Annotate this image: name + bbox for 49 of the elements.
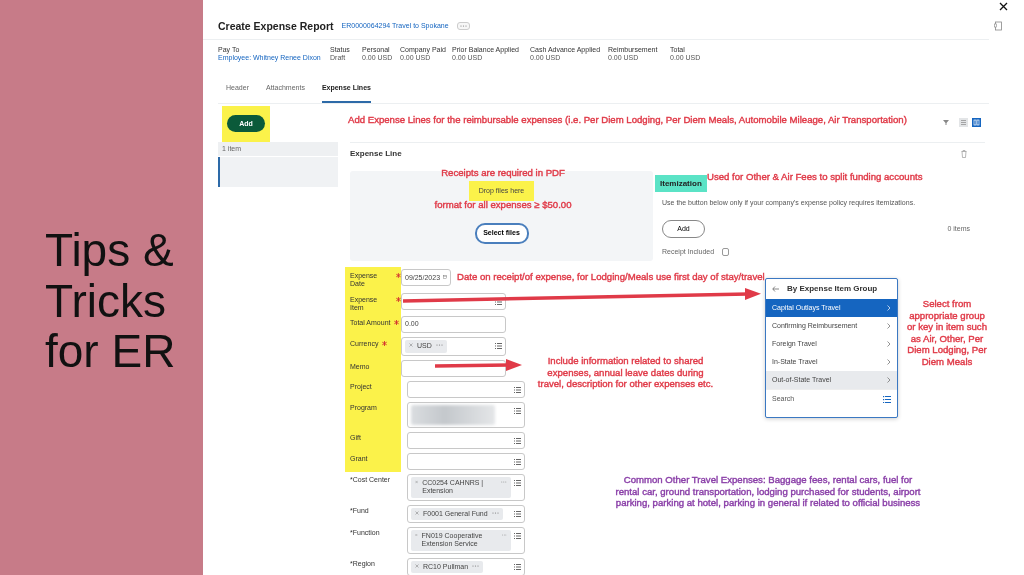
annotation: Select from appropriate group or key in item such as Air, Other, Per Diem Lodging, Per Diem Meals — [906, 298, 988, 367]
list-icon[interactable] — [495, 343, 502, 350]
filter-icon[interactable] — [943, 120, 949, 126]
list-icon[interactable] — [514, 533, 521, 540]
chevron-icon — [887, 341, 891, 347]
chevron-icon — [887, 305, 891, 311]
list-icon[interactable] — [514, 510, 521, 517]
itemization-title: Itemization — [655, 174, 707, 193]
page-title: Create Expense Report — [218, 20, 334, 33]
checkbox[interactable] — [722, 247, 730, 256]
list-icon[interactable] — [883, 396, 891, 403]
document-icon[interactable] — [994, 21, 1002, 32]
annotation: Date on receipt/of expense, for Lodging/Meals use first day of stay/travel — [457, 271, 765, 283]
required-icon — [396, 272, 401, 278]
required-icon — [396, 296, 401, 302]
section-title: Expense Line — [350, 148, 402, 159]
annotation: format for all expenses ≥ $50.00 — [433, 199, 573, 211]
annotation: Used for Other & Air Fees to split funding accounts — [707, 171, 923, 183]
required-icon — [394, 320, 400, 326]
annotation: Add Expense Lines for the reimbursable expenses (i.e. Per Diem Lodging, Per Diem Meals, Automobile Mileage, Air Transportation) — [348, 114, 907, 126]
grid-view-icon — [973, 119, 980, 127]
chevron-icon — [887, 359, 891, 365]
trash-icon[interactable] — [961, 149, 967, 158]
slide-title: Tips & Tricks for ER — [45, 225, 177, 377]
input-field[interactable] — [407, 431, 525, 449]
annotation: Common Other Travel Expenses: Baggage fees, rental cars, fuel for rental car, ground transportation, lodging purchased for students, airport parking, parking at hotel, parking in general if related to official business — [614, 474, 922, 509]
back-arrow-icon[interactable] — [772, 286, 779, 292]
list-icon[interactable] — [514, 386, 521, 393]
view-toggle[interactable] — [959, 118, 968, 128]
list-icon[interactable] — [514, 407, 521, 414]
close-icon — [999, 2, 1008, 11]
annotation: Receipts are required in PDF — [440, 167, 566, 179]
input-field[interactable] — [407, 380, 525, 398]
close-button[interactable] — [999, 2, 1008, 11]
calendar-icon[interactable] — [443, 274, 447, 281]
input-field[interactable] — [407, 401, 525, 428]
list-icon[interactable] — [514, 437, 521, 444]
list-icon[interactable] — [514, 563, 521, 570]
chevron-icon — [887, 323, 891, 329]
list-icon[interactable] — [514, 458, 521, 465]
annotation: Include information related to shared expenses, annual leave dates during travel, description for other expenses etc. — [536, 355, 715, 390]
related-actions-button[interactable] — [456, 22, 470, 31]
required-icon — [382, 341, 388, 347]
menu-title: By Expense Item Group — [787, 284, 878, 294]
chevron-icon — [887, 377, 891, 383]
input-field[interactable] — [407, 452, 525, 470]
list-view-icon — [960, 119, 967, 127]
view-toggle[interactable] — [972, 118, 981, 128]
list-icon[interactable] — [514, 479, 521, 486]
